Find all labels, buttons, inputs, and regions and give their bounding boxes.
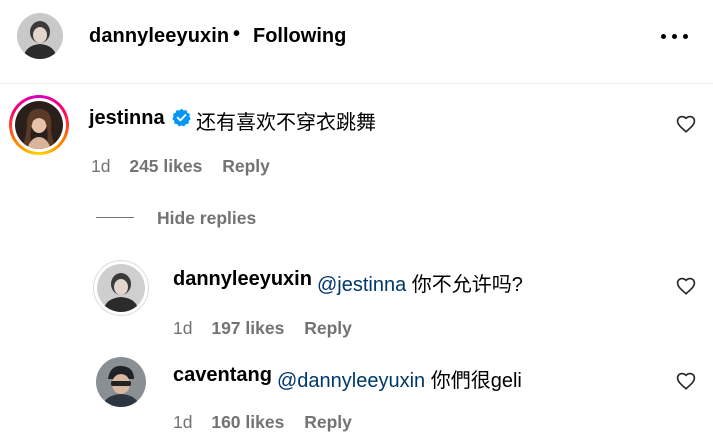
like-reply-1-heart-icon[interactable] <box>676 277 696 295</box>
reply-1-mention[interactable]: @jestinna <box>317 274 406 296</box>
like-comment-heart-icon[interactable] <box>676 115 696 133</box>
more-options-icon[interactable] <box>661 25 689 47</box>
comment-likes[interactable]: 245 likes <box>129 156 202 176</box>
following-button[interactable]: Following <box>253 25 346 48</box>
verified-badge-icon <box>172 108 191 127</box>
hide-replies-line <box>96 217 134 218</box>
reply-1-username[interactable]: dannyleeyuxin <box>173 268 312 291</box>
reply-2-likes[interactable]: 160 likes <box>211 412 284 432</box>
comment-avatar <box>15 101 63 149</box>
comment-time: 1d <box>91 156 111 176</box>
comment-username[interactable]: jestinna <box>89 107 165 130</box>
reply-1-likes[interactable]: 197 likes <box>211 318 284 338</box>
like-reply-2-heart-icon[interactable] <box>676 372 696 390</box>
reply-1-time: 1d <box>173 318 193 338</box>
reply-2-reply-button[interactable]: Reply <box>304 412 352 432</box>
hide-replies-button[interactable]: Hide replies <box>157 208 256 229</box>
reply-2-username[interactable]: caventang <box>173 364 272 387</box>
header-avatar[interactable] <box>17 13 63 59</box>
reply-2-mention[interactable]: @dannyleeyuxin <box>277 370 425 392</box>
comment-avatar-story-ring[interactable] <box>9 95 69 155</box>
comment-meta: 1d 245 likes Reply <box>91 156 270 177</box>
reply-2-time: 1d <box>173 412 193 432</box>
reply-2-body: 你們很geli <box>425 370 522 392</box>
comment-text: 还有喜欢不穿衣跳舞 <box>196 112 376 134</box>
reply-1-body: 你不允许吗? <box>406 274 523 296</box>
reply-1-meta: 1d 197 likes Reply <box>173 318 352 339</box>
reply-2-avatar[interactable] <box>96 357 146 407</box>
header-username[interactable]: dannyleeyuxin <box>89 25 229 48</box>
comment-reply-button[interactable]: Reply <box>222 156 270 176</box>
reply-1-reply-button[interactable]: Reply <box>304 318 352 338</box>
reply-1-text: @jestinna 你不允许吗? <box>317 268 523 297</box>
reply-1-avatar-ring[interactable] <box>93 260 149 316</box>
reply-2-meta: 1d 160 likes Reply <box>173 412 352 433</box>
post-header: dannyleeyuxin • Following <box>0 0 713 84</box>
reply-2-text: @dannyleeyuxin 你們很geli <box>277 364 522 393</box>
reply-1-avatar <box>97 264 145 312</box>
header-separator: • <box>233 23 241 45</box>
